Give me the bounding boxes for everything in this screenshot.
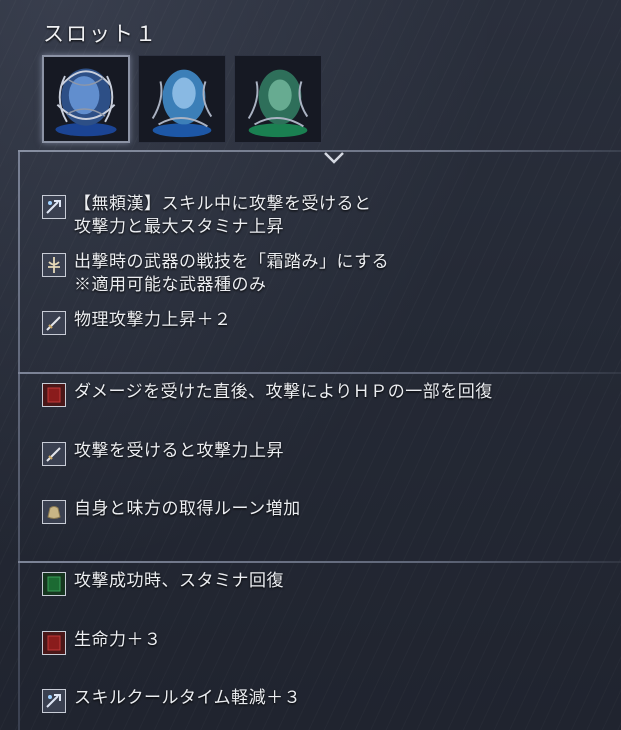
chevron-down-icon[interactable] — [322, 150, 346, 166]
effect-row: 自身と味方の取得ルーン増加 — [42, 498, 301, 524]
effect-text: 自身と味方の取得ルーン増加 — [74, 499, 301, 519]
effect-row: 物理攻撃力上昇＋２ — [42, 309, 232, 335]
skill-icon — [42, 689, 66, 713]
effect-row: 攻撃を受けると攻撃力上昇 — [42, 440, 284, 466]
effect-text: ダメージを受けた直後、攻撃によりＨＰの一部を回復 — [74, 382, 493, 402]
relic-3-icon — [247, 69, 309, 138]
slot-title: スロット１ — [43, 22, 158, 46]
ash-of-war-icon — [42, 253, 66, 277]
effect-row: 生命力＋３ — [42, 629, 162, 655]
effect-row: ダメージを受けた直後、攻撃によりＨＰの一部を回復 — [42, 381, 493, 407]
effect-text: 攻撃を受けると攻撃力上昇 — [74, 441, 284, 461]
relic-1-icon — [55, 68, 117, 137]
sword-icon — [42, 311, 66, 335]
panel-top-divider — [18, 150, 621, 152]
rune-bag-icon — [42, 500, 66, 524]
effect-text: スキルクールタイム軽減＋３ — [74, 688, 302, 708]
relic-slot-2[interactable] — [138, 55, 226, 143]
skill-icon — [42, 195, 66, 219]
panel-left-rail — [18, 150, 20, 730]
relic-2-icon — [151, 69, 213, 138]
effect-text: 生命力＋３ — [74, 630, 162, 650]
green-flask-icon — [42, 572, 66, 596]
effect-text: 攻撃成功時、スタミナ回復 — [74, 571, 284, 591]
relic-slot-1[interactable] — [42, 55, 130, 143]
relic-slot-3[interactable] — [234, 55, 322, 143]
red-flask-icon — [42, 383, 66, 407]
effect-row: 攻撃成功時、スタミナ回復 — [42, 570, 284, 596]
effect-text: 出撃時の武器の戦技を「霜踏み」にする ※適用可能な武器種のみ — [74, 252, 390, 295]
effect-row: 出撃時の武器の戦技を「霜踏み」にする ※適用可能な武器種のみ — [42, 251, 389, 297]
relic-row — [42, 55, 322, 143]
effect-row: スキルクールタイム軽減＋３ — [42, 687, 301, 713]
group-divider — [18, 372, 621, 374]
group-divider — [18, 561, 621, 563]
sword-icon — [42, 442, 66, 466]
effect-text: 【無頼漢】スキル中に攻撃を受けると 攻撃力と最大スタミナ上昇 — [74, 194, 372, 237]
red-flask-icon — [42, 631, 66, 655]
effect-row: 【無頼漢】スキル中に攻撃を受けると 攻撃力と最大スタミナ上昇 — [42, 193, 372, 239]
effect-text: 物理攻撃力上昇＋２ — [74, 310, 232, 330]
